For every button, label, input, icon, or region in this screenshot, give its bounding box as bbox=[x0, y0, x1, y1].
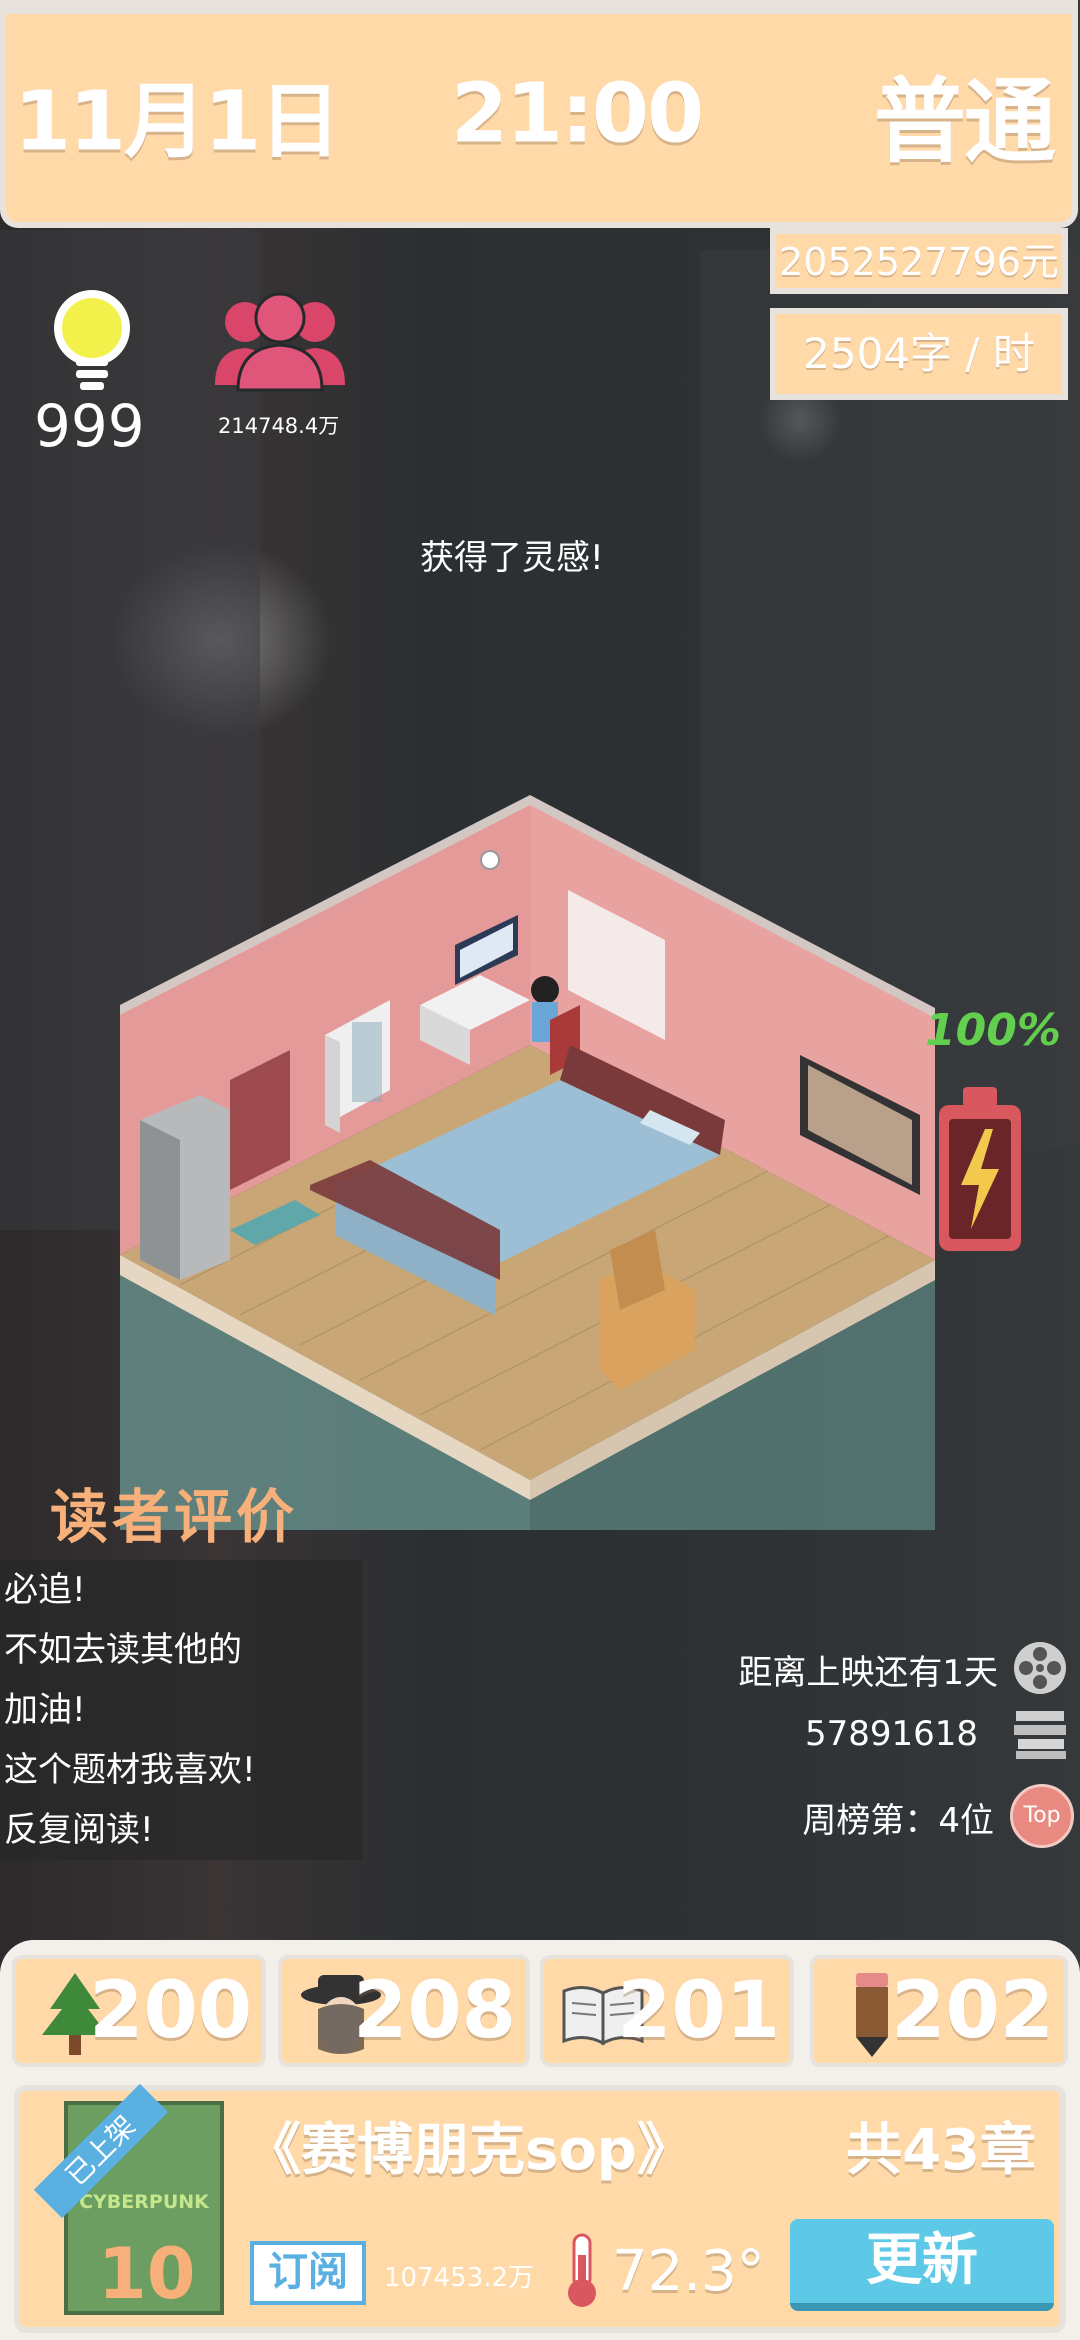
resource-value: 202 bbox=[891, 1966, 1054, 2056]
subscriber-count: 107453.2万 bbox=[384, 2263, 535, 2293]
inspiration-value: 999 bbox=[34, 392, 145, 460]
film-reel-icon[interactable] bbox=[1010, 1638, 1070, 1698]
review-item: 必追! bbox=[4, 1570, 86, 1610]
resource-value: 208 bbox=[353, 1966, 516, 2056]
subscribe-label: 订阅 bbox=[268, 2249, 348, 2295]
resource-pencil[interactable]: 202 bbox=[810, 1955, 1068, 2067]
subscribe-button[interactable]: 订阅 bbox=[250, 2241, 366, 2305]
resource-value: 201 bbox=[617, 1966, 780, 2056]
review-item: 反复阅读! bbox=[4, 1810, 154, 1850]
release-countdown: 距离上映还有1天 bbox=[738, 1653, 998, 1693]
resource-value: 200 bbox=[89, 1966, 252, 2056]
fans-stat[interactable]: 214748.4万 bbox=[210, 290, 360, 450]
cover-title: CYBERPUNK bbox=[79, 2191, 209, 2213]
battery-icon[interactable] bbox=[935, 1085, 1025, 1255]
thermometer-icon bbox=[568, 2233, 596, 2307]
time-label: 21:00 bbox=[451, 66, 704, 162]
weekly-rank: 周榜第：4位 bbox=[802, 1801, 994, 1841]
rank-top-badge[interactable]: Top bbox=[1010, 1784, 1074, 1848]
heat-value: 72.3° bbox=[612, 2239, 765, 2304]
inspiration-stat[interactable]: 999 bbox=[20, 280, 170, 460]
money-value: 2052527796元 bbox=[779, 240, 1059, 284]
isometric-room[interactable] bbox=[120, 790, 960, 1530]
sales-count: 57891618 bbox=[804, 1714, 978, 1754]
reviews-panel: 必追! 不如去读其他的 加油! 这个题材我喜欢! 反复阅读! bbox=[0, 1560, 362, 1860]
review-item: 这个题材我喜欢! bbox=[4, 1750, 256, 1790]
review-item: 加油! bbox=[4, 1690, 86, 1730]
lightbulb-icon bbox=[54, 290, 130, 390]
chapter-count: 共43章 bbox=[846, 2118, 1036, 2183]
battery-percent: 100% bbox=[925, 1005, 1061, 1056]
fans-group-icon bbox=[215, 292, 345, 392]
resource-detective[interactable]: 208 bbox=[278, 1955, 530, 2067]
rank-top-label: Top bbox=[1023, 1803, 1061, 1828]
difficulty-label[interactable]: 普通 bbox=[874, 48, 1056, 181]
book-title[interactable]: 《赛博朋克sop》 bbox=[245, 2105, 693, 2186]
review-item: 不如去读其他的 bbox=[4, 1630, 242, 1670]
reviews-title: 读者评价 bbox=[50, 1483, 299, 1551]
resource-tree[interactable]: 200 bbox=[12, 1955, 266, 2067]
resource-book[interactable]: 201 bbox=[540, 1955, 794, 2067]
book-panel: CYBERPUNK 10 已上架 《赛博朋克sop》 共43章 订阅 10745… bbox=[14, 2083, 1066, 2333]
book-stack-icon[interactable] bbox=[1010, 1703, 1070, 1763]
update-label: 更新 bbox=[866, 2228, 978, 2293]
date-label: 11月1日 bbox=[14, 74, 341, 170]
speed-box: 2504字 / 时 bbox=[770, 308, 1068, 400]
top-status-bar: 11月1日 21:00 普通 bbox=[0, 0, 1078, 228]
speed-value: 2504字 / 时 bbox=[803, 329, 1035, 378]
update-button[interactable]: 更新 bbox=[790, 2219, 1054, 2311]
money-box: 2052527796元 bbox=[770, 228, 1068, 294]
inspiration-notice: 获得了灵感! bbox=[420, 538, 604, 578]
fans-value: 214748.4万 bbox=[218, 414, 340, 438]
cover-number: 10 bbox=[98, 2233, 196, 2315]
